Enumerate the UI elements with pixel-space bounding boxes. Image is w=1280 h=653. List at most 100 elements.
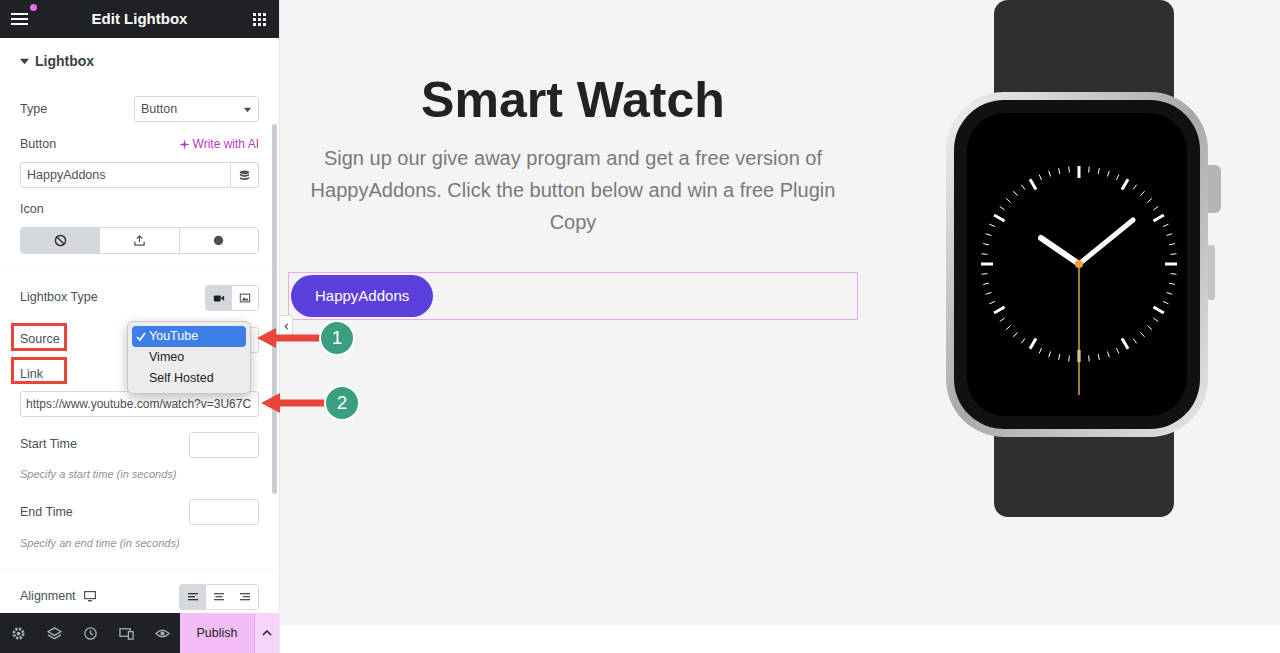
sparkle-icon [179, 139, 190, 150]
lightbox-type-toggle [205, 285, 259, 311]
history-icon[interactable] [72, 613, 108, 653]
button-text-input[interactable] [20, 162, 231, 188]
arrow-icon [261, 393, 280, 413]
watch-tick [1153, 206, 1158, 210]
watch-tick [1133, 185, 1137, 190]
watch-tick [1021, 338, 1025, 343]
link-highlight-box [11, 357, 67, 384]
button-label: Button [20, 135, 56, 154]
icon-library-option[interactable] [179, 228, 258, 253]
section-header[interactable]: Lightbox [0, 50, 279, 72]
start-time-input[interactable] [189, 432, 259, 458]
preview-canvas: Smart Watch Sign up our give away progra… [280, 0, 1280, 653]
alignment-control: Alignment [0, 584, 279, 610]
align-right-icon [239, 591, 251, 603]
watch-tick [1088, 167, 1090, 173]
link-input[interactable] [20, 391, 259, 417]
watch-tick [1163, 224, 1168, 226]
watch-tick [994, 307, 1004, 313]
watch-tick [986, 292, 992, 294]
watch-tick [986, 234, 992, 236]
icon-none-option[interactable] [21, 228, 99, 253]
watch-tick [1098, 354, 1099, 360]
icon-control: Icon [0, 200, 279, 254]
align-left-option[interactable] [180, 585, 206, 609]
scrollbar[interactable] [272, 124, 277, 494]
section-title: Lightbox [35, 51, 94, 72]
dropdown-option[interactable]: Vimeo [132, 347, 246, 368]
watch-tick [1166, 292, 1172, 294]
type-value: Button [141, 100, 177, 119]
checkmark-icon [136, 332, 146, 342]
watch-tick [1141, 191, 1145, 195]
end-time-hint: Specify an end time (in seconds) [20, 535, 259, 552]
watch-tick [1133, 338, 1137, 343]
dropdown-option[interactable]: Self Hosted [132, 368, 246, 389]
type-select[interactable]: Button [134, 96, 259, 122]
button-control: Button Write with AI [0, 132, 279, 188]
write-with-ai-link[interactable]: Write with AI [179, 135, 259, 153]
watch-tick [1116, 174, 1118, 179]
responsive-icon[interactable] [108, 613, 144, 653]
type-control: Type Button [0, 96, 279, 122]
watch-tick [983, 244, 989, 245]
watch-tick [1107, 171, 1109, 177]
watch-tick [989, 224, 994, 226]
watch-tick [1049, 171, 1051, 177]
lightbox-type-label: Lightbox Type [20, 288, 98, 307]
database-icon [239, 170, 250, 181]
source-dropdown-menu: YouTube Vimeo Self Hosted [127, 321, 251, 394]
align-right-option[interactable] [232, 585, 258, 609]
watch-tick [1006, 198, 1010, 202]
watch-tick [1039, 174, 1041, 179]
watch-tick [1000, 318, 1005, 322]
lightbox-button[interactable]: HappyAddons [291, 275, 433, 317]
settings-gear-icon[interactable] [0, 613, 36, 653]
caret-down-icon[interactable] [20, 57, 29, 66]
icon-label: Icon [20, 200, 259, 219]
preview-eye-icon[interactable] [144, 613, 180, 653]
end-time-label: End Time [20, 503, 73, 522]
lightbox-type-control: Lightbox Type [0, 285, 279, 311]
lightbox-widget[interactable]: HappyAddons [288, 272, 858, 320]
circle-icon [212, 234, 225, 247]
icon-upload-option[interactable] [99, 228, 178, 253]
collapse-chevron-icon[interactable] [280, 315, 293, 337]
watch-tick [982, 253, 988, 255]
watch-tick [1141, 332, 1145, 336]
end-time-input[interactable] [189, 499, 259, 525]
align-center-icon [213, 591, 225, 603]
ai-text: Write with AI [193, 135, 259, 153]
start-time-label: Start Time [20, 435, 77, 454]
dropdown-arrow-icon [243, 105, 252, 114]
publish-button[interactable]: Publish [180, 613, 254, 653]
watch-tick [1153, 215, 1163, 221]
watch-tick [994, 215, 1004, 221]
alignment-toggle [179, 584, 259, 610]
watch-tick [1122, 338, 1128, 348]
end-time-control: End Time Specify an end time (in seconds… [0, 499, 279, 552]
start-time-control: Start Time Specify a start time (in seco… [0, 432, 279, 483]
watch-tick [1006, 326, 1010, 330]
type-label: Type [20, 100, 47, 119]
watch-tick [1000, 206, 1005, 210]
video-option[interactable] [206, 286, 232, 310]
hero-text: Sign up our give away program and get a … [301, 142, 846, 238]
desktop-icon[interactable] [84, 591, 96, 602]
watch-tick [1147, 198, 1151, 202]
watch-tick [1078, 166, 1081, 178]
watch-tick [1030, 179, 1036, 189]
widgets-grid-icon[interactable] [241, 0, 279, 38]
layers-icon[interactable] [36, 613, 72, 653]
watch-tick [1147, 326, 1151, 330]
step-badge: 2 [324, 385, 360, 421]
dropdown-option[interactable]: YouTube [132, 326, 246, 347]
ban-icon [54, 234, 67, 247]
watch-tick [1170, 273, 1176, 275]
align-center-option[interactable] [206, 585, 232, 609]
publish-options-chevron-icon[interactable] [254, 613, 279, 653]
watch-tick [1088, 355, 1090, 361]
image-option[interactable] [232, 286, 258, 310]
dynamic-tags-button[interactable] [231, 162, 259, 188]
icon-toggle [20, 227, 259, 254]
